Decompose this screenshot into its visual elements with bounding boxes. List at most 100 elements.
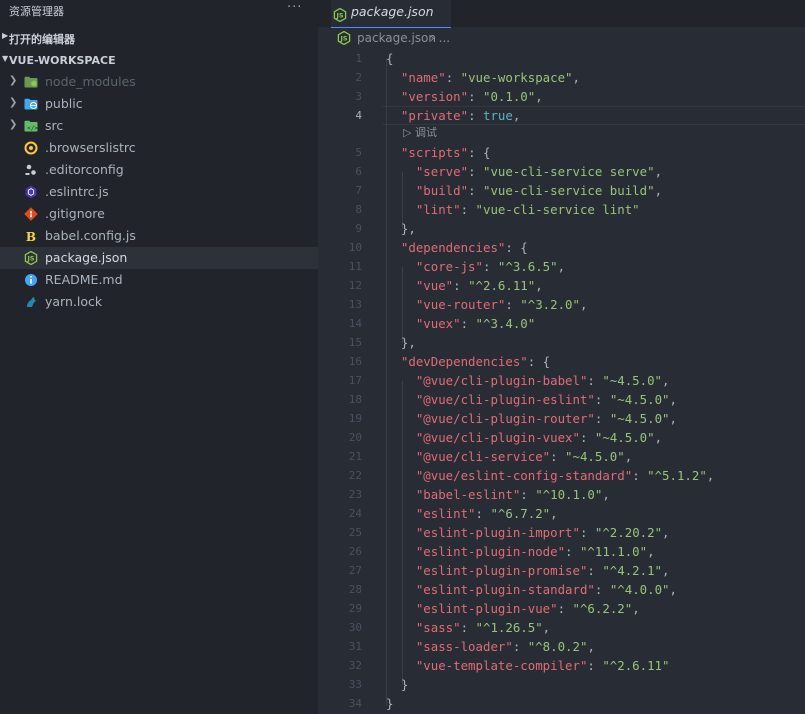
code-line: "@vue/cli-plugin-router": "~4.5.0",: [386, 409, 677, 428]
codelens-label: 调试: [414, 126, 437, 139]
code-token: "^5.1.2": [647, 468, 707, 483]
code-token: ,: [535, 89, 543, 104]
public-folder-icon: [24, 97, 38, 111]
code-line: "name": "vue-workspace",: [386, 68, 580, 87]
code-line: "eslint-plugin-vue": "^6.2.2",: [386, 599, 640, 618]
code-token: :: [587, 658, 603, 673]
code-line: }: [386, 694, 393, 713]
code-token: "babel-eslint": [415, 487, 521, 502]
code-token: :: [565, 544, 580, 559]
chevron-down-icon: ▼: [2, 54, 9, 63]
code-token: "vue": [415, 278, 454, 293]
code-token: :: [460, 202, 476, 217]
info-icon: [24, 273, 38, 287]
tree-item[interactable]: ❯ public: [0, 93, 318, 115]
code-token: ,: [579, 297, 588, 312]
code-token: :: [632, 468, 648, 483]
line-number: 19: [348, 412, 362, 425]
code-token: },: [386, 335, 416, 350]
breadcrumb-ellipsis: ...: [438, 31, 451, 45]
code-token: "0.1.0": [482, 89, 536, 104]
code-token: }: [386, 696, 394, 711]
code-token: "^2.6.11": [602, 658, 670, 673]
code-editor[interactable]: ▷ 调试 1 {2 "name": "vue-workspace", 3 "vers…: [318, 48, 805, 714]
code-token: :: [512, 639, 528, 654]
tree-item-label: node_modules: [45, 74, 136, 89]
tree-item[interactable]: ❯ </> src: [0, 115, 318, 137]
line-number: 29: [348, 602, 362, 615]
tab-package-json[interactable]: JS package.json: [331, 0, 451, 28]
line-number: 8: [355, 203, 362, 216]
line-number: 22: [348, 469, 362, 482]
code-token: : {: [468, 145, 491, 160]
code-token: :: [579, 430, 595, 445]
code-token: :: [579, 525, 595, 540]
tree-item[interactable]: JS package.json: [0, 247, 318, 269]
line-number: 30: [348, 621, 362, 634]
line-number: 9: [355, 222, 362, 235]
code-line: "vue": "^2.6.11",: [386, 276, 543, 295]
tree-item[interactable]: .gitignore: [0, 203, 318, 225]
code-token: "^8.0.2": [527, 639, 588, 654]
code-line: }: [386, 675, 408, 694]
code-line: "babel-eslint": "^10.1.0",: [386, 485, 610, 504]
code-token: "eslint-plugin-promise": [415, 563, 588, 578]
code-token: "vue-cli-service build": [482, 183, 655, 198]
code-token: "~4.5.0": [594, 430, 655, 445]
code-token: }: [386, 677, 409, 692]
code-token: "eslint-plugin-vue": [415, 601, 558, 616]
line-number: 24: [348, 507, 362, 520]
code-token: "~4.5.0": [602, 373, 663, 388]
chevron-right-icon: ❯: [9, 97, 18, 108]
code-token: :: [594, 411, 610, 426]
tree-item[interactable]: .editorconfig: [0, 159, 318, 181]
code-token: "eslint": [415, 506, 476, 521]
explorer-header: 资源管理器 ···: [0, 0, 318, 22]
breadcrumb-file[interactable]: package.json: [357, 31, 436, 45]
tree-item[interactable]: README.md: [0, 269, 318, 291]
code-line: "vue-template-compiler": "^2.6.11": [386, 656, 670, 675]
tree-item-label: public: [45, 96, 83, 111]
line-number: 20: [348, 431, 362, 444]
nodejs-icon: JS: [24, 250, 38, 266]
breadcrumb-more[interactable]: › ...: [430, 31, 450, 45]
code-line: "serve": "vue-cli-service serve",: [386, 162, 662, 181]
code-token: ,: [602, 487, 610, 502]
line-number: 33: [348, 678, 362, 691]
svg-text:JS: JS: [26, 255, 34, 263]
code-token: :: [460, 316, 476, 331]
tree-item[interactable]: yarn.lock: [0, 291, 318, 313]
workspace-section[interactable]: ▼ VUE-WORKSPACE: [0, 51, 318, 71]
editor-area: JS package.json JS package.json › ... ▷ …: [318, 0, 805, 714]
open-editors-section[interactable]: ▶ 打开的编辑器: [0, 28, 318, 48]
yarn-icon: [24, 295, 38, 309]
play-icon: ▷: [403, 126, 412, 139]
debug-codelens[interactable]: ▷ 调试: [403, 124, 437, 139]
code-line: "@vue/eslint-config-standard": "^5.1.2",: [386, 466, 714, 485]
code-token: :: [557, 601, 573, 616]
code-token: "serve": [415, 164, 469, 179]
tree-item[interactable]: ❯ node_modules: [0, 71, 318, 93]
line-number: 18: [348, 393, 362, 406]
tree-item-label: README.md: [45, 272, 123, 287]
code-token: :: [505, 297, 521, 312]
more-actions-icon[interactable]: ···: [287, 0, 302, 15]
tree-item[interactable]: Bbabel.config.js: [0, 225, 318, 247]
code-token: true: [482, 108, 513, 123]
code-token: :: [587, 373, 603, 388]
code-line: "@vue/cli-plugin-babel": "~4.5.0",: [386, 371, 670, 390]
line-number: 7: [355, 184, 362, 197]
tree-item[interactable]: .browserslistrc: [0, 137, 318, 159]
tree-item[interactable]: .eslintrc.js: [0, 181, 318, 203]
